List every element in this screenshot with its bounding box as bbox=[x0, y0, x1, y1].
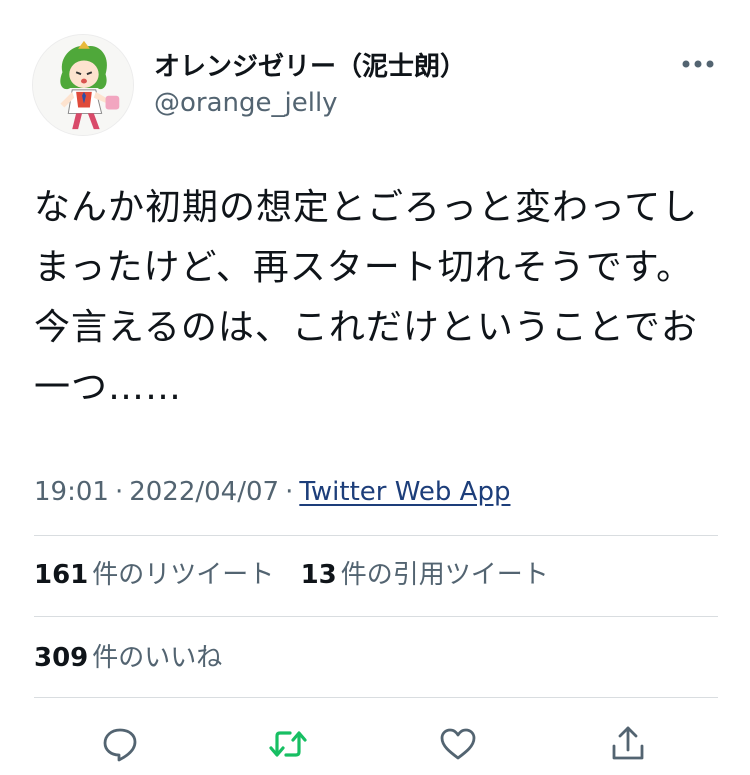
retweet-button[interactable] bbox=[266, 722, 310, 766]
share-button[interactable] bbox=[606, 722, 650, 766]
heart-icon bbox=[440, 728, 476, 760]
quotes-stat[interactable]: 13 件の引用ツイート bbox=[301, 557, 549, 593]
tweet-date[interactable]: 2022/04/07 bbox=[129, 477, 279, 507]
user-names: オレンジゼリー（泥士朗） @orange_jelly bbox=[154, 50, 466, 120]
tweet-time[interactable]: 19:01 bbox=[34, 477, 109, 507]
more-horizontal-icon bbox=[682, 60, 714, 68]
like-button[interactable] bbox=[436, 722, 480, 766]
retweet-icon bbox=[269, 731, 307, 757]
display-name[interactable]: オレンジゼリー（泥士朗） bbox=[154, 50, 466, 84]
retweets-stat[interactable]: 161 件のリツイート bbox=[34, 557, 274, 593]
meta-separator: · bbox=[114, 477, 124, 507]
tweet-source-link[interactable]: Twitter Web App bbox=[299, 477, 510, 507]
likes-stats-row: 309 件のいいね bbox=[34, 640, 240, 676]
divider bbox=[34, 697, 718, 698]
more-options-button[interactable] bbox=[678, 52, 718, 76]
likes-count: 309 bbox=[34, 643, 89, 673]
meta-separator: · bbox=[285, 477, 294, 507]
likes-label: 件のいいね bbox=[92, 643, 223, 673]
divider bbox=[34, 535, 718, 536]
reply-icon bbox=[103, 728, 137, 762]
tweet-header: オレンジゼリー（泥士朗） @orange_jelly bbox=[32, 34, 722, 136]
avatar[interactable] bbox=[32, 34, 134, 136]
avatar-illustration bbox=[33, 35, 133, 135]
divider bbox=[34, 616, 718, 617]
retweet-stats-row: 161 件のリツイート 13 件の引用ツイート bbox=[34, 557, 567, 593]
retweets-label: 件のリツイート bbox=[92, 560, 275, 590]
tweet-actions bbox=[34, 718, 718, 766]
share-icon bbox=[612, 726, 644, 760]
reply-button[interactable] bbox=[98, 722, 142, 766]
likes-stat[interactable]: 309 件のいいね bbox=[34, 640, 222, 676]
tweet-text: なんか初期の想定とごろっと変わってしまったけど、再スタート切れそうです。今言える… bbox=[34, 187, 699, 408]
tweet-metadata: 19:01 · 2022/04/07 · Twitter Web App bbox=[34, 474, 510, 510]
quotes-count: 13 bbox=[300, 560, 337, 590]
retweets-count: 161 bbox=[34, 560, 89, 590]
user-handle[interactable]: @orange_jelly bbox=[154, 86, 466, 120]
quotes-label: 件の引用ツイート bbox=[340, 560, 549, 590]
